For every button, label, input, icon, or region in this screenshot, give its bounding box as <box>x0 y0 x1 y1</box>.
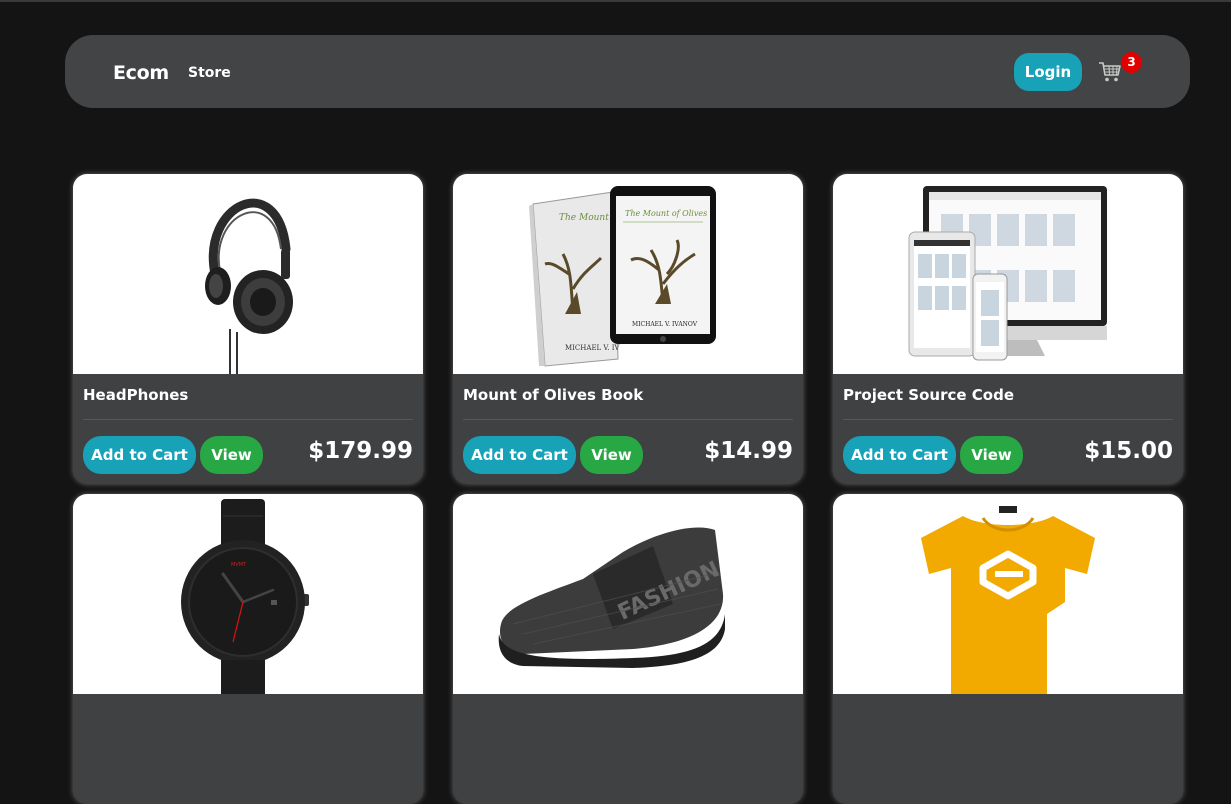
product-price: $179.99 <box>308 438 413 464</box>
book-author-art: MICHAEL V. IV <box>565 344 620 352</box>
view-button[interactable]: View <box>960 436 1023 474</box>
product-card: FASHION <box>453 494 803 804</box>
divider <box>843 419 1173 420</box>
product-card: The Mount of MICHAEL V. IV The Mount of … <box>453 174 803 484</box>
product-price: $14.99 <box>704 438 793 464</box>
cart-count-badge: 3 <box>1121 52 1142 73</box>
yellow-tshirt-image <box>921 506 1095 694</box>
top-border <box>0 0 1231 2</box>
shopping-cart-icon[interactable] <box>1098 61 1122 83</box>
product-price: $15.00 <box>1084 438 1173 464</box>
product-image[interactable] <box>73 174 423 374</box>
nav-link-store[interactable]: Store <box>188 65 231 81</box>
add-to-cart-button[interactable]: Add to Cart <box>463 436 576 474</box>
product-title: Project Source Code <box>843 386 1014 404</box>
product-title: HeadPhones <box>83 386 189 404</box>
login-button[interactable]: Login <box>1014 53 1082 91</box>
product-card: Project Source Code Add to Cart View $15… <box>833 174 1183 484</box>
tablet-cover-title-art: The Mount of Olives <box>625 209 707 218</box>
product-image[interactable]: MVMT <box>73 494 423 694</box>
navbar: Ecom Store Login 3 <box>65 35 1190 108</box>
tablet-author-art: MICHAEL V. IVANOV <box>632 321 698 328</box>
add-to-cart-button[interactable]: Add to Cart <box>843 436 956 474</box>
book-and-tablet-image: The Mount of MICHAEL V. IV The Mount of … <box>529 186 716 367</box>
sneaker-image: FASHION <box>498 527 725 668</box>
view-button[interactable]: View <box>200 436 263 474</box>
product-card <box>833 494 1183 804</box>
product-image[interactable]: The Mount of MICHAEL V. IV The Mount of … <box>453 174 803 374</box>
wristwatch-image: MVMT <box>181 499 309 694</box>
divider <box>83 419 413 420</box>
watch-dial-logo-art: MVMT <box>231 562 247 568</box>
add-to-cart-button[interactable]: Add to Cart <box>83 436 196 474</box>
headphones-image <box>205 198 293 374</box>
brand-logo[interactable]: Ecom <box>113 62 169 84</box>
devices-mockup-image <box>908 186 1107 361</box>
product-image[interactable] <box>833 174 1183 374</box>
product-image[interactable]: FASHION <box>453 494 803 694</box>
divider <box>463 419 793 420</box>
product-card: MVMT <box>73 494 423 804</box>
product-image[interactable] <box>833 494 1183 694</box>
product-title: Mount of Olives Book <box>463 386 644 404</box>
product-card: HeadPhones Add to Cart View $179.99 <box>73 174 423 484</box>
view-button[interactable]: View <box>580 436 643 474</box>
